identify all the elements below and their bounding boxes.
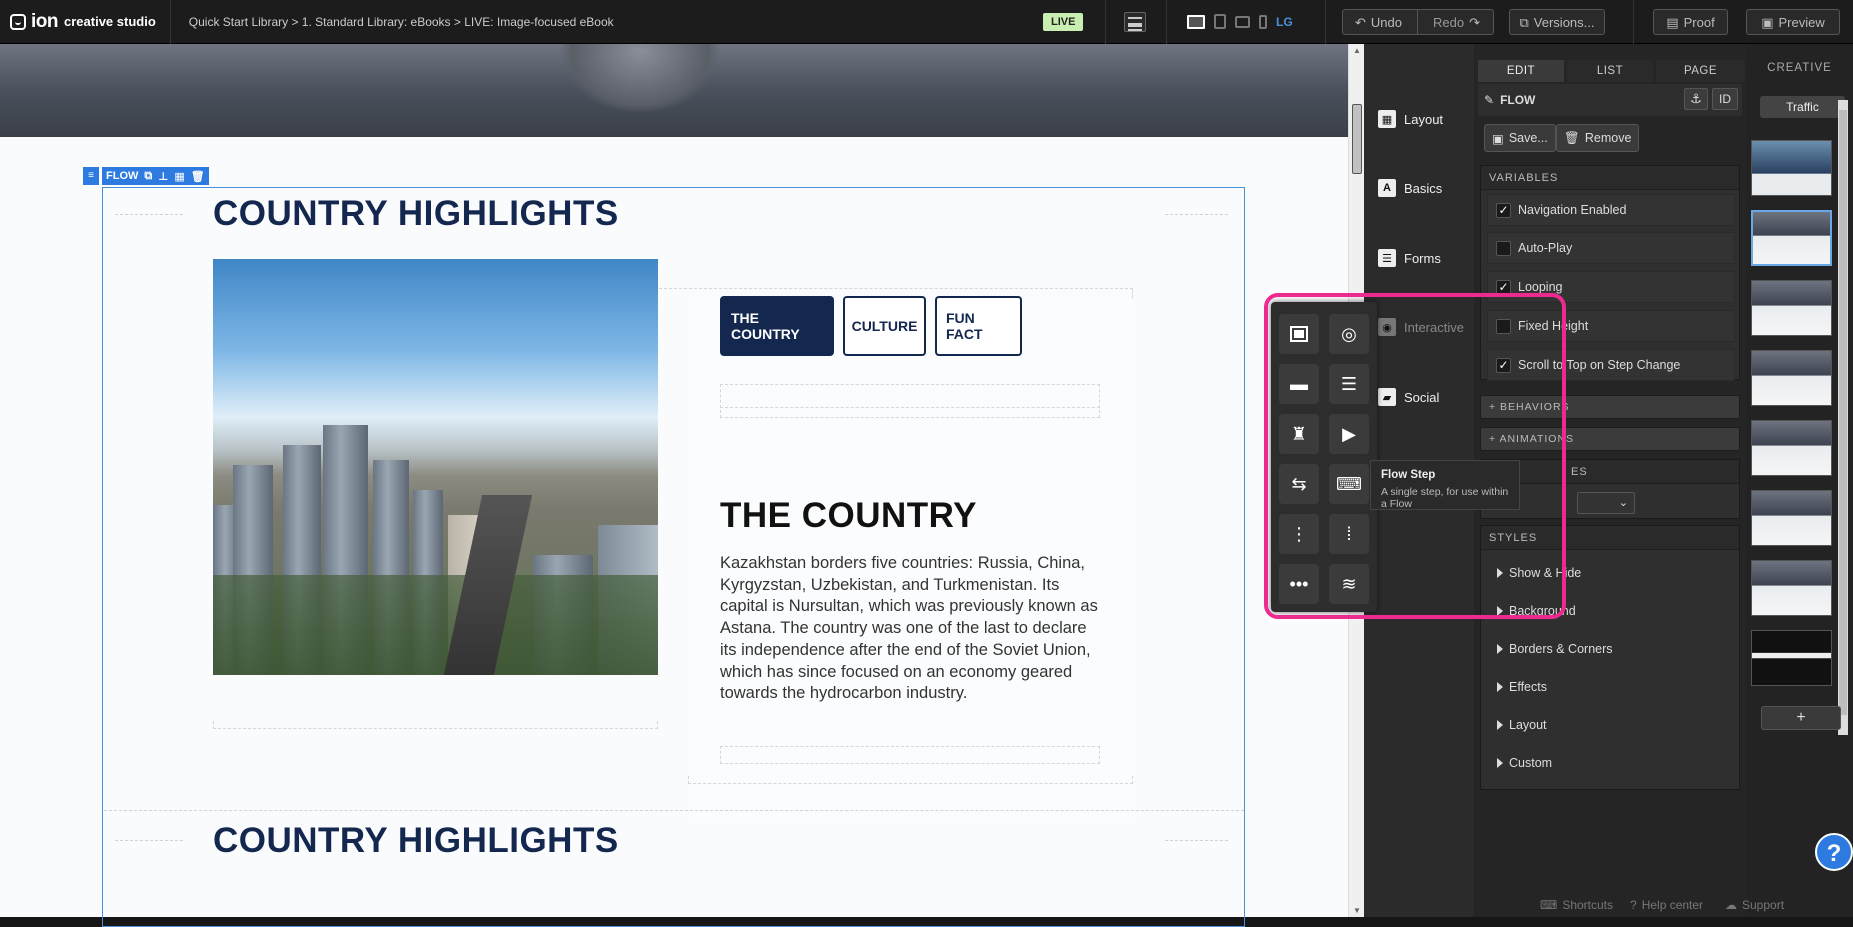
page-thumbnail[interactable] bbox=[1751, 350, 1832, 406]
traffic-button[interactable]: Traffic bbox=[1760, 96, 1845, 118]
versions-icon: ⧉ bbox=[1519, 14, 1529, 30]
style-effects[interactable]: Effects bbox=[1497, 680, 1547, 694]
size-label[interactable]: LG bbox=[1276, 15, 1293, 29]
tab-page[interactable]: PAGE bbox=[1656, 60, 1745, 82]
checkbox-icon[interactable] bbox=[1496, 240, 1511, 256]
undo-button[interactable]: Undo bbox=[1371, 15, 1402, 30]
product-name: creative studio bbox=[64, 14, 156, 29]
desktop-icon[interactable] bbox=[1187, 14, 1205, 29]
page-thumbnail[interactable] bbox=[1751, 490, 1832, 546]
flow-edit-icon[interactable]: ⧉ bbox=[144, 170, 152, 183]
logo-text: ion bbox=[31, 10, 59, 32]
pages-scrollbar[interactable] bbox=[1838, 100, 1848, 735]
layout-icon: ▦ bbox=[1378, 110, 1396, 128]
page-thumbnail[interactable] bbox=[1751, 560, 1832, 616]
help-chat-button[interactable]: ? bbox=[1815, 833, 1853, 871]
redo-button[interactable]: Redo bbox=[1433, 15, 1464, 30]
pencil-icon: ✎ bbox=[1484, 93, 1495, 107]
ion-logo-icon bbox=[10, 13, 26, 30]
undo-icon[interactable]: ↶ bbox=[1355, 16, 1366, 29]
layout-toggle-icon[interactable] bbox=[1124, 12, 1146, 32]
style-borders-corners[interactable]: Borders & Corners bbox=[1497, 642, 1613, 656]
tab-list[interactable]: LIST bbox=[1567, 60, 1653, 82]
preview-icon: ▣ bbox=[1761, 14, 1774, 30]
panel-item-basics[interactable]: A Basics bbox=[1378, 179, 1442, 197]
flow-tag[interactable]: FLOW ⧉ ⊥ ▦ 🗑 bbox=[102, 167, 209, 185]
phone-icon[interactable] bbox=[1259, 14, 1267, 29]
page-thumbnail-selected[interactable] bbox=[1751, 210, 1832, 266]
remove-button[interactable]: 🗑 Remove bbox=[1556, 124, 1640, 152]
proof-button[interactable]: ▤ Proof bbox=[1653, 9, 1728, 35]
flow-drag-handle-icon[interactable]: ≡ bbox=[83, 167, 99, 185]
proof-icon: ▤ bbox=[1666, 14, 1679, 30]
flow-selection-box bbox=[102, 187, 1245, 927]
creative-tab[interactable]: CREATIVE bbox=[1746, 62, 1853, 74]
expand-triangle-icon bbox=[1497, 682, 1503, 692]
forms-icon: ☰ bbox=[1378, 249, 1396, 267]
panel-header: FLOW bbox=[1500, 93, 1536, 107]
flow-save-icon[interactable]: ▦ bbox=[174, 170, 184, 183]
style-layout[interactable]: Layout bbox=[1497, 718, 1547, 732]
add-page-button[interactable]: + bbox=[1761, 706, 1841, 730]
page-thumbnail[interactable] bbox=[1751, 280, 1832, 336]
style-custom[interactable]: Custom bbox=[1497, 756, 1552, 770]
tablet-landscape-icon[interactable] bbox=[1214, 14, 1226, 29]
panel-item-forms[interactable]: ☰ Forms bbox=[1378, 249, 1441, 267]
tab-edit[interactable]: EDIT bbox=[1478, 60, 1564, 82]
anchor-icon[interactable]: ⚓ bbox=[1684, 88, 1708, 110]
panel-item-layout[interactable]: ▦ Layout bbox=[1378, 110, 1443, 128]
help-center-link[interactable]: ? Help center bbox=[1630, 898, 1703, 912]
live-badge: LIVE bbox=[1043, 13, 1084, 31]
page-thumbnail[interactable] bbox=[1751, 140, 1832, 196]
preview-button[interactable]: ▣ Preview bbox=[1746, 9, 1840, 35]
highlight-annotation bbox=[1264, 293, 1566, 619]
question-icon: ? bbox=[1630, 898, 1637, 912]
undo-redo-group: ↶ Undo Redo ↷ bbox=[1342, 9, 1494, 35]
shortcuts-link[interactable]: ⌨ Shortcuts bbox=[1540, 898, 1613, 912]
support-link[interactable]: ☁ Support bbox=[1725, 898, 1784, 912]
save-disk-icon: ▣ bbox=[1492, 131, 1504, 146]
dropdown-chevron-icon[interactable]: ⌄ bbox=[1577, 492, 1635, 514]
flow-pin-icon[interactable]: ⊥ bbox=[158, 170, 168, 183]
pages-panel: CREATIVE Traffic + bbox=[1746, 44, 1853, 917]
checkbox-checked-icon[interactable]: ✓ bbox=[1496, 202, 1511, 218]
text-a-icon: A bbox=[1378, 179, 1396, 197]
tooltip: Flow Step A single step, for use within … bbox=[1370, 460, 1520, 510]
redo-icon[interactable]: ↷ bbox=[1469, 16, 1480, 29]
app-logo[interactable]: ion creative studio bbox=[0, 0, 171, 44]
expand-triangle-icon bbox=[1497, 758, 1503, 768]
tablet-icon[interactable] bbox=[1235, 15, 1250, 28]
chat-icon: ☁ bbox=[1725, 898, 1737, 912]
flow-delete-icon[interactable]: 🗑 bbox=[191, 170, 205, 183]
var-navigation-enabled[interactable]: ✓ Navigation Enabled bbox=[1487, 194, 1735, 226]
page-thumbnail[interactable] bbox=[1751, 630, 1832, 686]
breadcrumb[interactable]: Quick Start Library > 1. Standard Librar… bbox=[189, 15, 1039, 29]
page-thumbnail[interactable] bbox=[1751, 420, 1832, 476]
var-auto-play[interactable]: Auto-Play bbox=[1487, 232, 1735, 264]
hero-image bbox=[0, 44, 1348, 137]
expand-triangle-icon bbox=[1497, 644, 1503, 654]
id-button[interactable]: ID bbox=[1712, 88, 1738, 110]
expand-triangle-icon bbox=[1497, 720, 1503, 730]
save-button[interactable]: ▣ Save... bbox=[1484, 124, 1556, 152]
versions-button[interactable]: ⧉ Versions... bbox=[1509, 9, 1605, 35]
keyboard-icon: ⌨ bbox=[1540, 898, 1558, 912]
trash-icon: 🗑 bbox=[1564, 130, 1580, 145]
